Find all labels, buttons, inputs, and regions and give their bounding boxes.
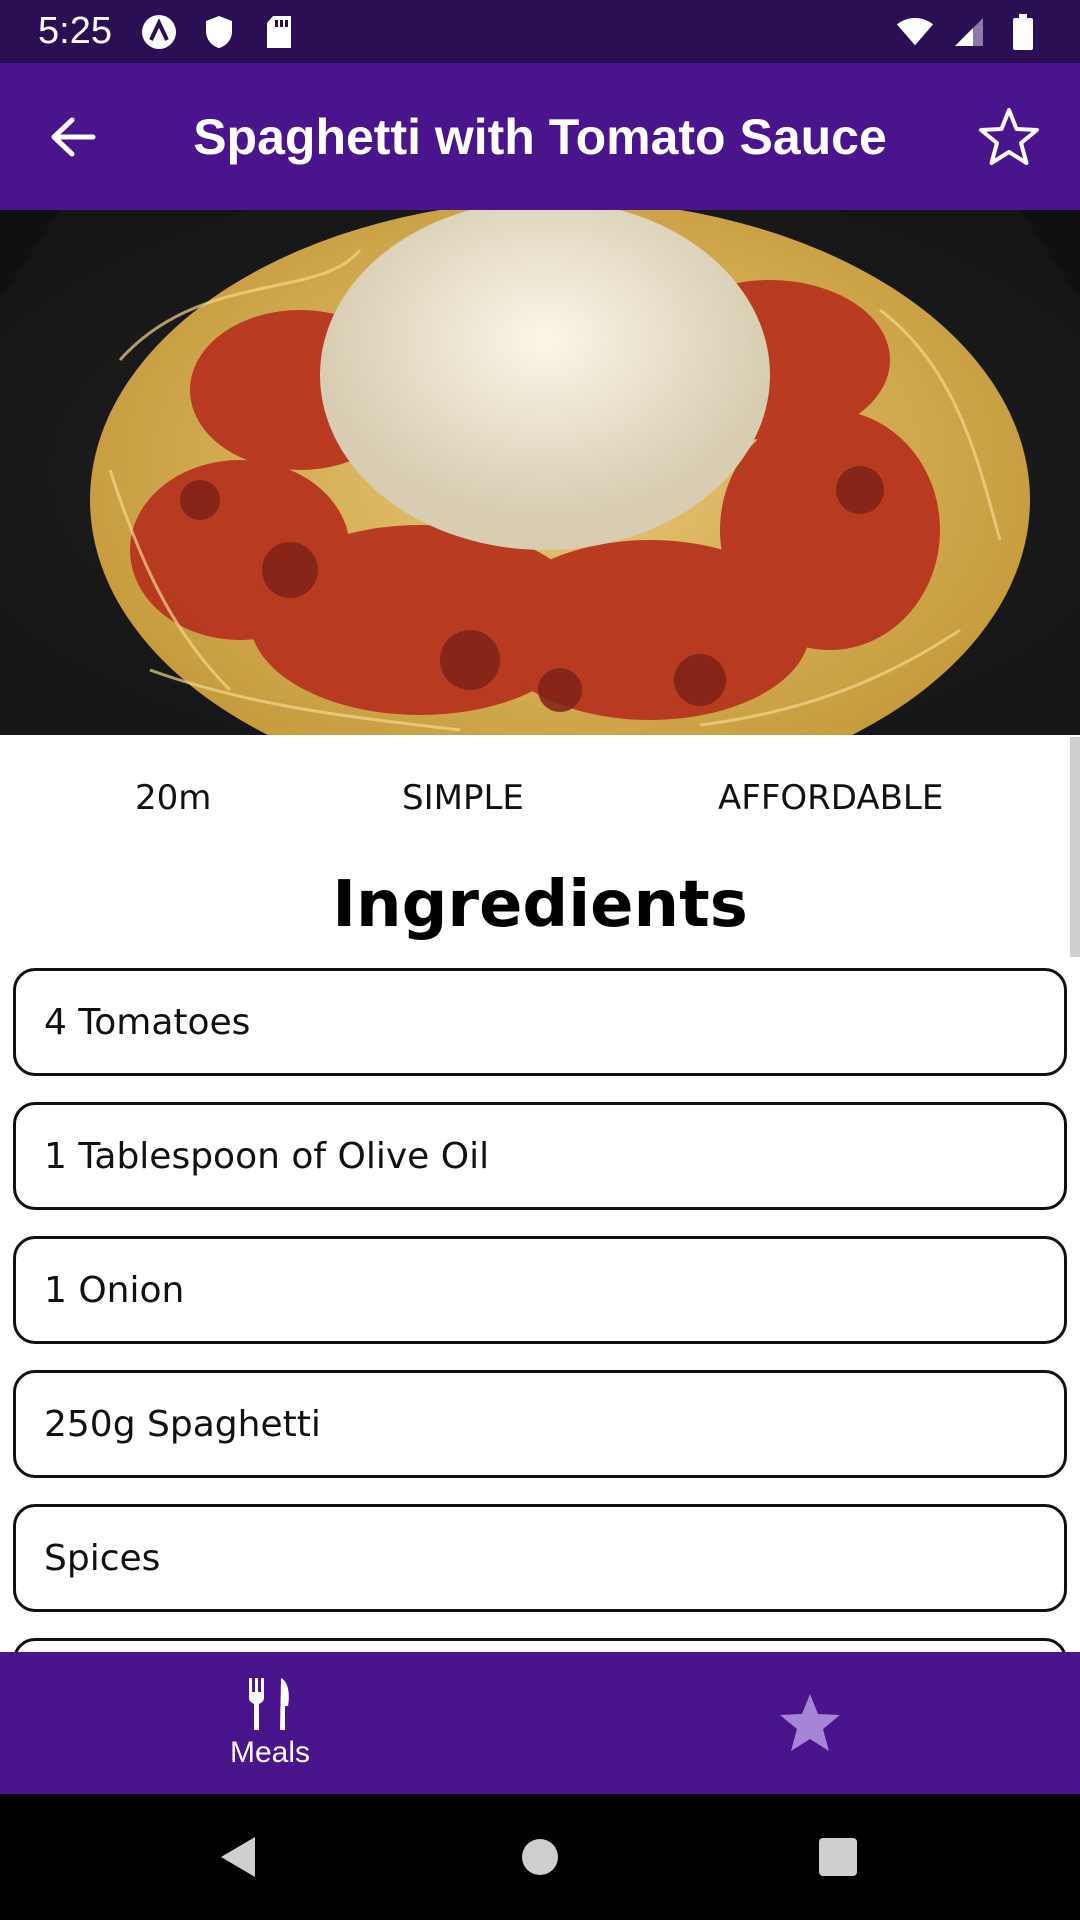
status-icons-right: [896, 13, 1042, 51]
ingredient-item: Spices: [13, 1504, 1067, 1612]
system-recents-button[interactable]: [817, 1836, 859, 1878]
page-title: Spaghetti with Tomato Sauce: [193, 108, 887, 165]
app-logo-icon: [140, 13, 178, 51]
ingredient-label: 1 Onion: [44, 1269, 185, 1311]
meal-affordability: AFFORDABLE: [718, 778, 944, 818]
nav-tab-favorites[interactable]: [540, 1652, 1080, 1794]
ingredient-item: 250g Spaghetti: [13, 1370, 1067, 1478]
restaurant-icon: [249, 1678, 289, 1730]
ingredients-list: 4 Tomatoes 1 Tablespoon of Olive Oil 1 O…: [13, 968, 1067, 1724]
status-icons-left: [140, 13, 298, 51]
system-home-button[interactable]: [520, 1837, 560, 1877]
ingredient-item: 1 Tablespoon of Olive Oil: [13, 1102, 1067, 1210]
ingredient-label: 250g Spaghetti: [44, 1403, 321, 1445]
star-outline-icon: [979, 107, 1039, 165]
ingredient-label: 4 Tomatoes: [44, 1001, 251, 1043]
status-time: 5:25: [38, 10, 112, 52]
circle-home-icon: [522, 1839, 558, 1875]
ingredient-label: 1 Tablespoon of Olive Oil: [44, 1135, 490, 1177]
screen: 5:25 Spaghetti with Tomato Sauce 20m SIM…: [0, 0, 1080, 1920]
ingredients-title: Ingredients: [332, 868, 748, 942]
star-icon: [780, 1694, 840, 1751]
status-bar: 5:25: [0, 0, 1080, 63]
nav-tab-meals[interactable]: Meals: [0, 1652, 540, 1794]
battery-icon: [1004, 13, 1042, 51]
meal-complexity: SIMPLE: [402, 778, 524, 818]
ingredient-item: 1 Onion: [13, 1236, 1067, 1344]
meal-duration: 20m: [135, 778, 212, 818]
wifi-icon: [896, 13, 934, 51]
system-navigation-bar: [0, 1794, 1080, 1920]
meal-image: [0, 210, 1080, 735]
meal-details-row: 20m SIMPLE AFFORDABLE: [0, 760, 1080, 840]
favorite-toggle-button[interactable]: [976, 104, 1042, 170]
ingredient-item: 4 Tomatoes: [13, 968, 1067, 1076]
shield-icon: [200, 13, 238, 51]
cell-signal-icon: [950, 13, 988, 51]
square-recents-icon: [819, 1838, 857, 1876]
ingredient-label: Spices: [44, 1537, 161, 1579]
app-bar: Spaghetti with Tomato Sauce: [0, 63, 1080, 210]
triangle-back-icon: [221, 1837, 255, 1877]
bottom-navigation: Meals: [0, 1652, 1080, 1794]
nav-label-meals: Meals: [229, 1736, 311, 1769]
system-back-button[interactable]: [217, 1834, 259, 1880]
sd-card-icon: [260, 13, 298, 51]
